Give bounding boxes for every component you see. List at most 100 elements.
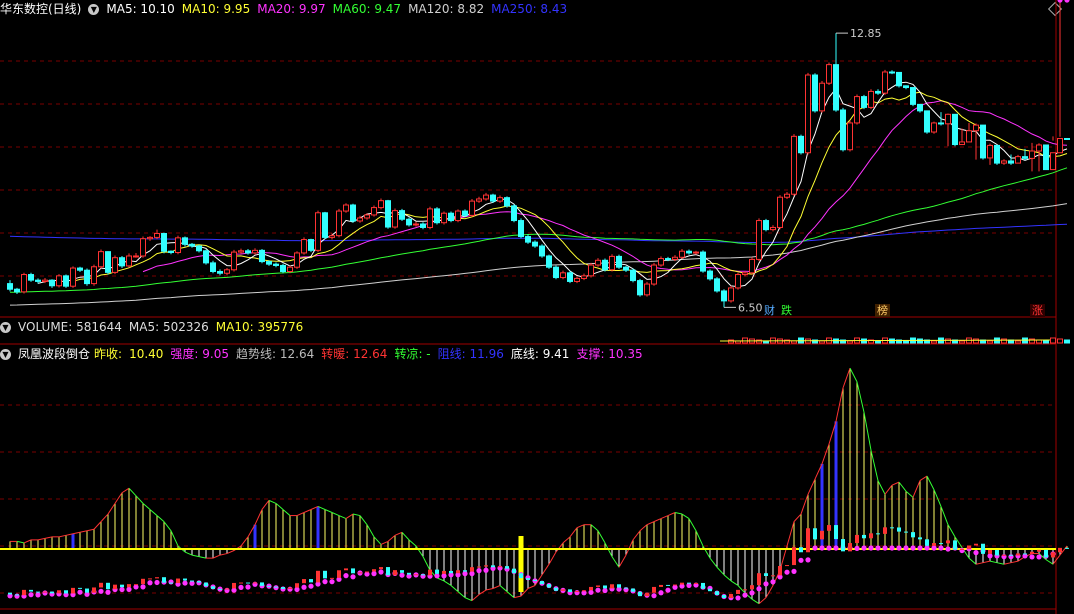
indicator-line bbox=[513, 595, 522, 599]
indicator-line bbox=[919, 475, 928, 482]
candle-body bbox=[161, 233, 167, 252]
support-dot bbox=[903, 545, 909, 551]
indicator-line bbox=[646, 521, 655, 526]
candle-body bbox=[854, 96, 860, 124]
mini-candle bbox=[316, 570, 320, 583]
high-price-label: 12.85 bbox=[850, 27, 882, 40]
indicator-line bbox=[625, 539, 634, 556]
support-dot bbox=[770, 579, 776, 585]
mini-candle bbox=[890, 527, 894, 529]
candle-body bbox=[1015, 156, 1021, 164]
mini-candle bbox=[785, 565, 789, 567]
candle-body bbox=[448, 212, 454, 222]
candle-body bbox=[98, 251, 104, 268]
candle-body bbox=[924, 110, 930, 133]
volume-bar bbox=[987, 340, 993, 344]
mini-candle bbox=[743, 589, 747, 591]
candle-body bbox=[665, 258, 671, 261]
mini-candle bbox=[750, 585, 754, 590]
support-dot bbox=[378, 569, 384, 575]
indicator-line bbox=[492, 585, 501, 589]
support-dot bbox=[14, 593, 20, 599]
mini-candle bbox=[659, 584, 663, 587]
candle-body bbox=[721, 290, 727, 302]
indicator-line bbox=[786, 521, 795, 547]
event-tag[interactable]: 跌 bbox=[779, 304, 794, 317]
mini-candle bbox=[547, 584, 551, 588]
mini-candle bbox=[211, 586, 215, 589]
indicator-line bbox=[618, 554, 627, 568]
candle-body bbox=[938, 122, 944, 125]
candle-body bbox=[777, 196, 783, 228]
support-dot bbox=[756, 586, 762, 592]
support-dot bbox=[917, 545, 923, 551]
support-dot bbox=[882, 545, 888, 551]
indicator-line bbox=[23, 539, 32, 544]
candle-body bbox=[847, 122, 853, 151]
candle-body bbox=[588, 264, 594, 277]
support-dot bbox=[875, 545, 881, 551]
indicator-line bbox=[240, 536, 249, 547]
mini-candle bbox=[400, 570, 404, 573]
candle-body bbox=[1022, 156, 1028, 159]
candle-body bbox=[532, 241, 538, 247]
candle-body bbox=[791, 135, 797, 195]
mini-candle bbox=[1030, 551, 1034, 554]
mini-candle bbox=[862, 534, 866, 539]
support-dot bbox=[126, 586, 132, 593]
mini-candle bbox=[995, 550, 999, 556]
candle-body bbox=[203, 250, 209, 264]
indicator-line bbox=[107, 503, 116, 515]
candle-body bbox=[525, 236, 531, 243]
indicator-line bbox=[702, 545, 711, 559]
candle-body bbox=[42, 279, 48, 282]
mini-candle bbox=[932, 543, 936, 546]
volume-bar bbox=[1043, 340, 1049, 344]
mini-candle bbox=[512, 568, 516, 574]
indicator-line bbox=[100, 513, 109, 522]
support-dot bbox=[889, 545, 895, 551]
mini-candle bbox=[967, 545, 971, 549]
candle-body bbox=[462, 210, 468, 216]
indicator-line bbox=[884, 484, 893, 495]
indicator-line bbox=[450, 585, 459, 592]
mini-candle bbox=[176, 578, 180, 584]
indicator-line bbox=[653, 518, 662, 523]
support-dot bbox=[833, 545, 839, 551]
indicator-line bbox=[905, 490, 914, 498]
support-dot bbox=[350, 574, 356, 580]
indicator-line bbox=[842, 367, 851, 389]
candle-body bbox=[826, 64, 832, 84]
mini-candle bbox=[71, 587, 75, 594]
mini-candle bbox=[29, 589, 33, 592]
candle-body bbox=[469, 200, 475, 216]
indicator-line bbox=[303, 509, 312, 513]
candle-body bbox=[399, 210, 405, 220]
candle-body bbox=[504, 197, 510, 207]
mini-candle bbox=[15, 594, 19, 596]
indicator-line bbox=[940, 506, 949, 525]
mini-candle bbox=[120, 584, 124, 588]
indicator-line bbox=[688, 518, 697, 532]
mini-candle bbox=[78, 587, 82, 589]
event-tag[interactable]: 涨 bbox=[1030, 304, 1045, 317]
indicator-line bbox=[282, 509, 291, 516]
candle-body bbox=[280, 264, 286, 273]
event-tag[interactable]: 榜 bbox=[875, 304, 890, 317]
mini-candle bbox=[64, 590, 68, 594]
low-price-label: 6.50 bbox=[738, 301, 763, 314]
event-tag[interactable]: 财 bbox=[762, 304, 777, 317]
ma5-line bbox=[37, 81, 1068, 288]
support-dot bbox=[910, 545, 916, 551]
support-dot bbox=[322, 579, 328, 585]
mini-candle bbox=[267, 585, 271, 587]
candle-body bbox=[756, 220, 762, 260]
indicator-line bbox=[709, 557, 718, 568]
strength-bar bbox=[71, 533, 75, 549]
mini-candle bbox=[281, 587, 285, 589]
candle-body bbox=[147, 236, 153, 240]
candle-body bbox=[833, 64, 839, 111]
signal-bar bbox=[518, 536, 524, 592]
stock-chart[interactable]: 12.85 6.50 bbox=[0, 0, 1074, 614]
mini-candle bbox=[428, 569, 432, 576]
